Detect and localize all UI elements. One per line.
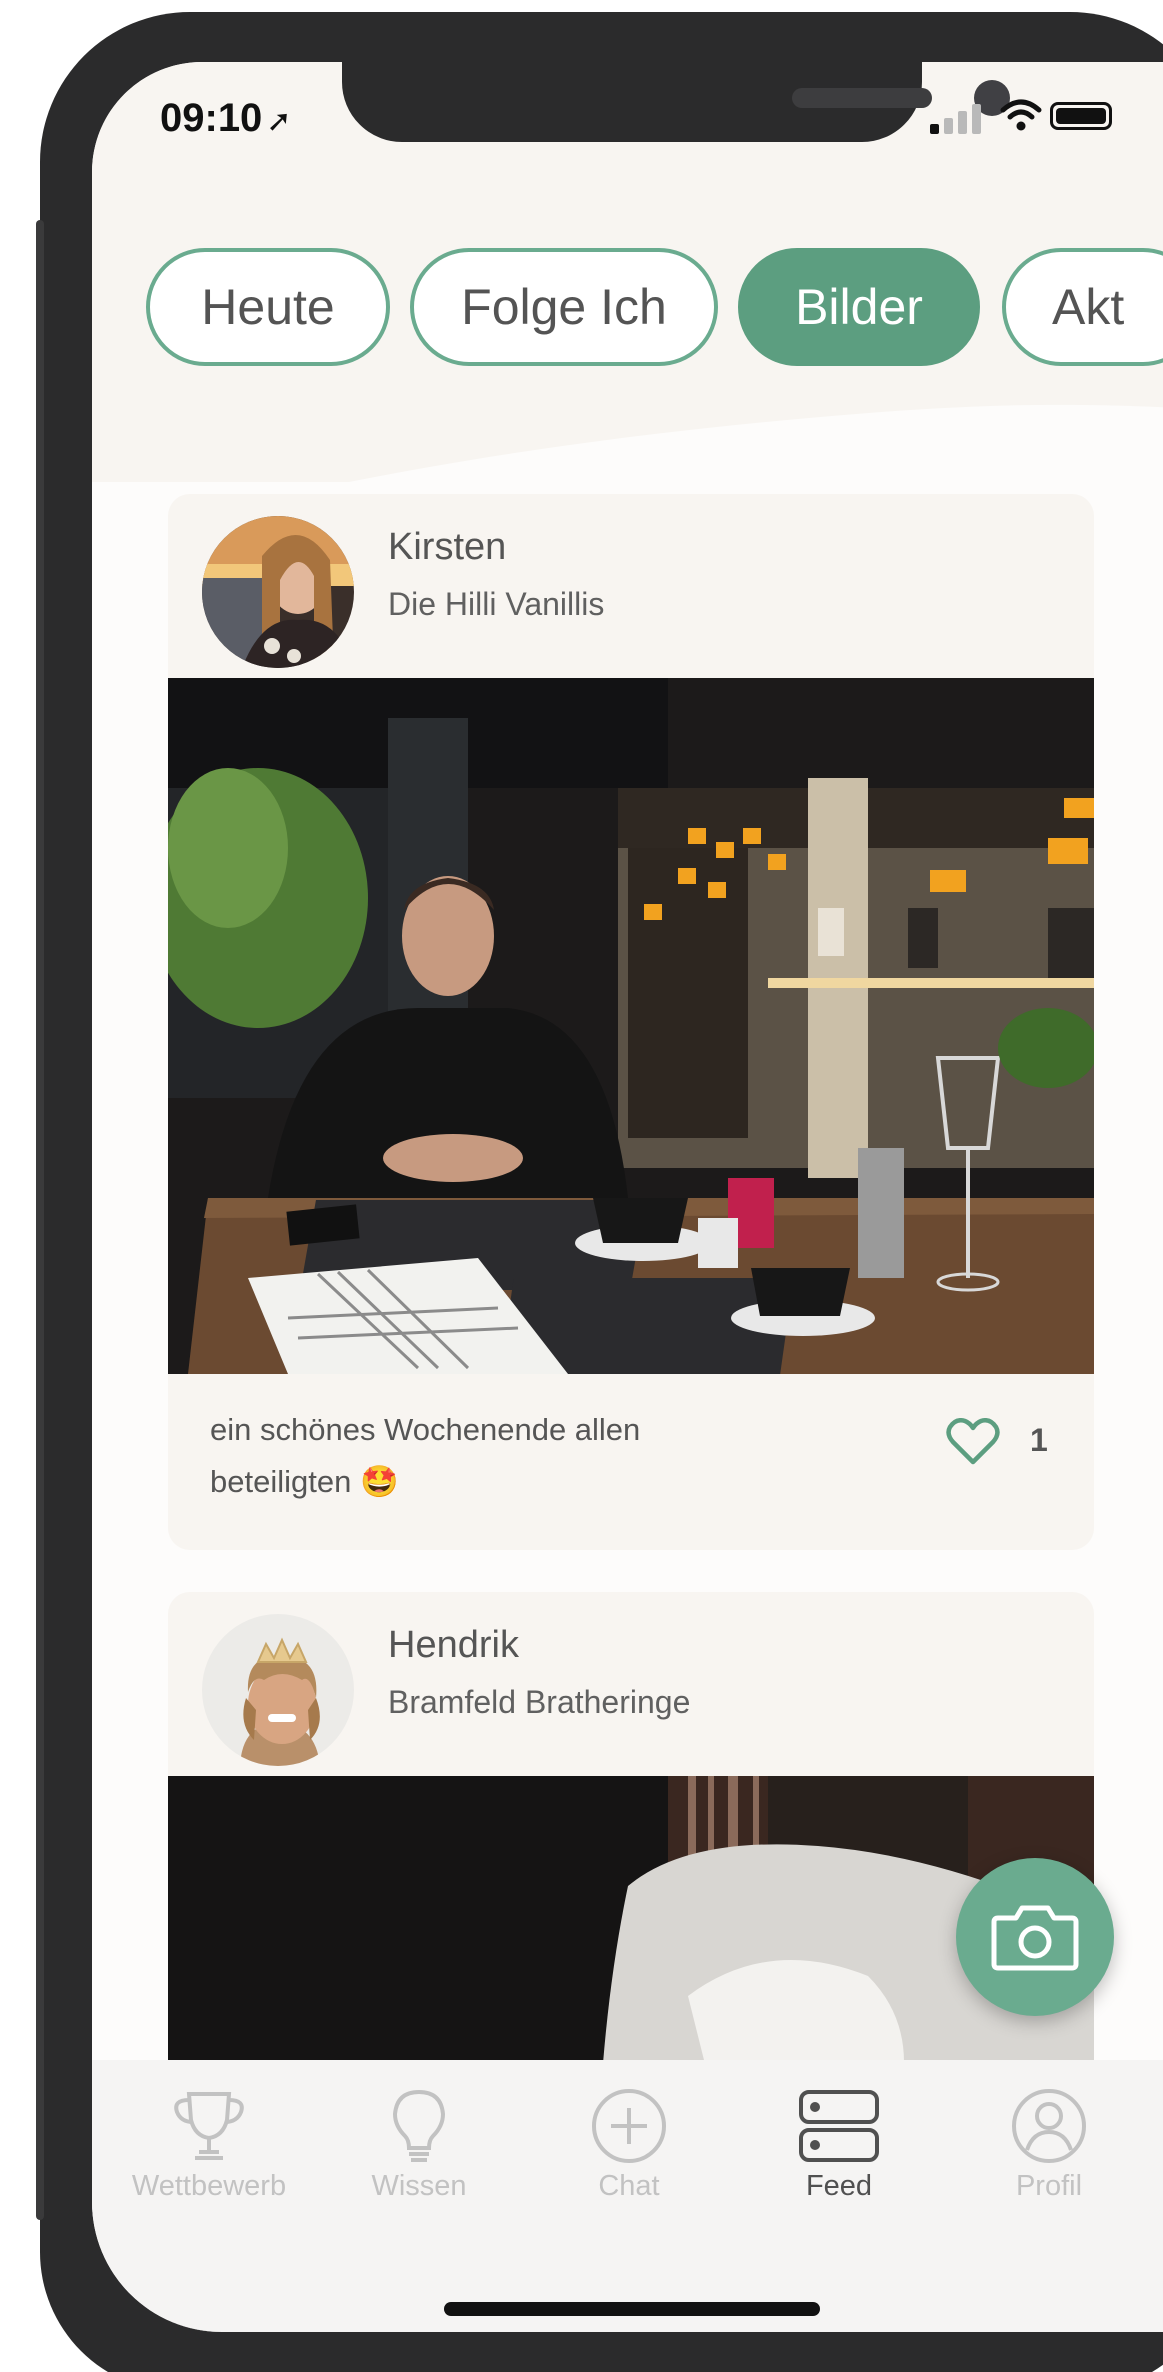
tab-wettbewerb[interactable]: Wettbewerb: [109, 2086, 309, 2236]
speaker-grille: [792, 88, 932, 108]
tab-chat[interactable]: Chat: [529, 2086, 729, 2236]
camera-icon: [991, 1905, 1079, 1971]
heart-icon[interactable]: [946, 1418, 1000, 1466]
app-screen: 09:10 ➚ Heute Folge Ich Bilder Akt Kirst…: [92, 62, 1163, 2332]
post-caption: ein schönes Wochenende allen beteiligten…: [210, 1404, 770, 1508]
post-team: Die Hilli Vanillis: [388, 586, 605, 622]
wifi-icon: [1000, 99, 1042, 131]
tab-bilder[interactable]: Bilder: [738, 248, 980, 366]
tab-label: Feed: [805, 2170, 873, 2202]
tab-aktivitaeten[interactable]: Akt: [1002, 248, 1163, 366]
lightbulb-icon: [392, 2089, 446, 2162]
phone-side-button: [36, 220, 44, 2220]
caption-line-2: beteiligten 🤩: [210, 1464, 399, 1499]
post-author[interactable]: Hendrik: [388, 1624, 519, 1667]
tab-heute[interactable]: Heute: [146, 248, 390, 366]
trophy-icon: [174, 2092, 244, 2160]
home-indicator[interactable]: [444, 2302, 820, 2316]
tab-label: Wettbewerb: [131, 2170, 287, 2202]
camera-button[interactable]: [956, 1858, 1114, 2016]
caption-line-1: ein schönes Wochenende allen: [210, 1412, 641, 1447]
tab-label: Wissen: [371, 2170, 467, 2202]
avatar[interactable]: [202, 1614, 354, 1766]
location-arrow-icon: ➚: [266, 105, 292, 138]
battery-icon: [1050, 102, 1112, 130]
plus-circle-icon: [592, 2089, 666, 2163]
filter-tabs: Heute Folge Ich Bilder Akt: [146, 248, 1163, 366]
post-photo[interactable]: [168, 678, 1094, 1374]
feed-icon: [799, 2090, 879, 2162]
battery-level: [1056, 108, 1106, 124]
tab-label: Chat: [598, 2170, 660, 2202]
tab-profil[interactable]: Profil: [949, 2086, 1149, 2236]
tab-feed[interactable]: Feed: [739, 2086, 939, 2236]
feed-post: Kirsten Die Hilli Vanillis ein schönes W…: [168, 494, 1094, 1550]
post-team: Bramfeld Bratheringe: [388, 1684, 691, 1720]
post-author[interactable]: Kirsten: [388, 526, 506, 569]
tab-wissen[interactable]: Wissen: [319, 2086, 519, 2236]
bottom-tab-bar: Wettbewerb Wissen Chat Feed Profil: [92, 2060, 1163, 2332]
like-count: 1: [1030, 1422, 1048, 1458]
phone-notch: [342, 62, 1010, 142]
profile-icon: [1012, 2089, 1086, 2163]
cellular-signal-icon: [930, 102, 986, 134]
tab-label: Profil: [1015, 2170, 1083, 2202]
status-time: 09:10 ➚: [160, 96, 292, 140]
tab-folge-ich[interactable]: Folge Ich: [410, 248, 718, 366]
avatar[interactable]: [202, 516, 354, 668]
